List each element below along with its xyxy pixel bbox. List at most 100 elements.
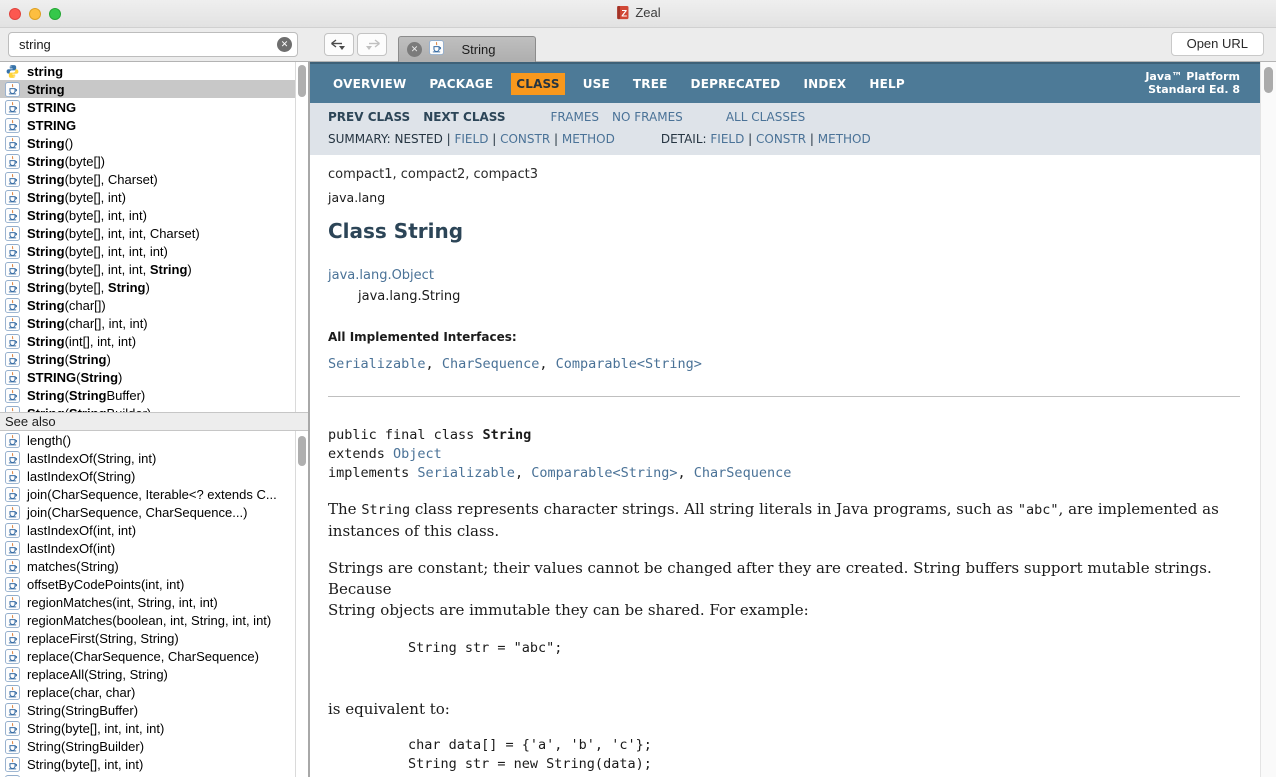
see-also-item[interactable]: join(CharSequence, CharSequence...) (0, 503, 295, 521)
doc-link[interactable]: Serializable (328, 356, 426, 372)
see-also-item[interactable]: String(StringBuilder) (0, 737, 295, 755)
search-result-item[interactable]: String(byte[], int, int, String) (0, 260, 295, 278)
see-also-item[interactable] (0, 773, 295, 777)
superclass-link[interactable]: java.lang.Object (328, 268, 1240, 283)
see-also-item[interactable]: String(StringBuffer) (0, 701, 295, 719)
result-label: String(char[]) (27, 298, 106, 313)
search-result-item[interactable]: String(byte[], String) (0, 278, 295, 296)
result-label: String(byte[], Charset) (27, 172, 158, 187)
results-scrollbar-track[interactable] (295, 62, 308, 412)
text-segment: () (65, 136, 74, 151)
doc-link[interactable]: CONSTR (756, 132, 806, 146)
search-result-item[interactable]: String(byte[], int, int, Charset) (0, 224, 295, 242)
subnav-no-frames[interactable]: NO FRAMES (612, 110, 683, 124)
result-label: String(String) (27, 352, 111, 367)
search-result-item[interactable]: String(char[]) (0, 296, 295, 314)
search-result-item[interactable]: String(byte[], Charset) (0, 170, 295, 188)
search-result-item[interactable]: STRING (0, 116, 295, 134)
zoom-window-button[interactable] (49, 8, 61, 20)
search-result-item[interactable]: String(String) (0, 350, 295, 368)
see-also-scrollbar-track[interactable] (295, 431, 308, 777)
back-button[interactable] (324, 33, 354, 56)
topnav-item-class[interactable]: CLASS (511, 73, 565, 95)
java-icon (5, 244, 20, 259)
close-window-button[interactable] (9, 8, 21, 20)
doc-link[interactable]: CharSequence (442, 356, 540, 372)
text-segment: public final class (328, 427, 482, 443)
see-also-item[interactable]: join(CharSequence, Iterable<? extends C.… (0, 485, 295, 503)
see-also-item[interactable]: length() (0, 431, 295, 449)
see-also-label-text: String(byte[], int, int, int) (27, 721, 164, 736)
see-also-item[interactable]: regionMatches(boolean, int, String, int,… (0, 611, 295, 629)
search-result-item[interactable]: String(char[], int, int) (0, 314, 295, 332)
search-box[interactable]: ✕ (8, 32, 298, 57)
topnav-item-deprecated[interactable]: DEPRECATED (686, 73, 786, 95)
see-also-item[interactable]: replace(char, char) (0, 683, 295, 701)
see-also-item[interactable]: offsetByCodePoints(int, int) (0, 575, 295, 593)
minimize-window-button[interactable] (29, 8, 41, 20)
see-also-item[interactable]: regionMatches(int, String, int, int) (0, 593, 295, 611)
see-also-item[interactable]: String(byte[], int, int, int) (0, 719, 295, 737)
doc-scrollbar-thumb[interactable] (1264, 67, 1273, 93)
doc-link[interactable]: METHOD (562, 132, 615, 146)
search-result-item[interactable]: STRING(String) (0, 368, 295, 386)
see-also-item[interactable]: matches(String) (0, 557, 295, 575)
search-result-item[interactable]: String(byte[], int) (0, 188, 295, 206)
search-result-item[interactable]: STRING (0, 98, 295, 116)
subnav-frames[interactable]: FRAMES (551, 110, 600, 124)
subnav-all-classes[interactable]: ALL CLASSES (726, 110, 805, 124)
tab-string[interactable]: ✕ String (398, 36, 536, 62)
search-result-item[interactable]: String() (0, 134, 295, 152)
inheritance-tree: java.lang.Object java.lang.String (328, 268, 1240, 304)
subnav-next-class[interactable]: NEXT CLASS (423, 110, 505, 124)
doc-link[interactable]: CONSTR (500, 132, 550, 146)
close-tab-icon[interactable]: ✕ (407, 42, 422, 57)
open-url-button[interactable]: Open URL (1171, 32, 1264, 56)
see-also-item[interactable]: replaceFirst(String, String) (0, 629, 295, 647)
see-also-item[interactable]: replace(CharSequence, CharSequence) (0, 647, 295, 665)
search-result-item[interactable]: String(StringBuffer) (0, 386, 295, 404)
search-result-item[interactable]: String(StringBuilder) (0, 404, 295, 412)
description-paragraph-2: Strings are constant; their values canno… (328, 558, 1240, 621)
search-result-item[interactable]: String(byte[], int, int) (0, 206, 295, 224)
doc-link[interactable]: Comparable<String> (531, 465, 677, 481)
topnav-item-use[interactable]: USE (578, 73, 615, 95)
doc-scrollbar-track[interactable] (1260, 62, 1276, 777)
see-also-item[interactable]: String(byte[], int, int) (0, 755, 295, 773)
see-also-item[interactable]: lastIndexOf(String) (0, 467, 295, 485)
search-result-item[interactable]: string (0, 62, 295, 80)
see-also-scrollbar-thumb[interactable] (298, 436, 306, 466)
topnav-item-help[interactable]: HELP (864, 73, 909, 95)
doc-link[interactable]: METHOD (818, 132, 871, 146)
java-icon (5, 451, 20, 466)
doc-link[interactable]: FIELD (454, 132, 488, 146)
search-result-item[interactable]: String (0, 80, 295, 98)
see-also-item[interactable]: lastIndexOf(int, int) (0, 521, 295, 539)
topnav-item-index[interactable]: INDEX (798, 73, 851, 95)
doc-link[interactable]: Comparable<String> (556, 356, 702, 372)
topnav-item-tree[interactable]: TREE (628, 73, 673, 95)
doc-link[interactable]: CharSequence (694, 465, 792, 481)
package-name: java.lang (328, 190, 1240, 205)
search-result-item[interactable]: String(byte[], int, int, int) (0, 242, 295, 260)
search-result-item[interactable]: String(byte[]) (0, 152, 295, 170)
text-segment: String (27, 82, 65, 97)
search-result-item[interactable]: String(int[], int, int) (0, 332, 295, 350)
doc-link[interactable]: FIELD (710, 132, 744, 146)
text-segment: (byte[], int, int, Charset) (65, 226, 200, 241)
forward-button[interactable] (357, 33, 387, 56)
see-also-item[interactable]: replaceAll(String, String) (0, 665, 295, 683)
doc-link[interactable]: Serializable (417, 465, 515, 481)
search-input[interactable] (17, 34, 267, 55)
see-also-item[interactable]: lastIndexOf(String, int) (0, 449, 295, 467)
topnav-item-package[interactable]: PACKAGE (424, 73, 498, 95)
text-segment: (byte[], int, int, int) (65, 244, 168, 259)
topnav-item-overview[interactable]: OVERVIEW (328, 73, 411, 95)
subnav-prev-class[interactable]: PREV CLASS (328, 110, 410, 124)
clear-search-icon[interactable]: ✕ (277, 37, 292, 52)
doc-link[interactable]: Object (393, 446, 442, 462)
see-also-item[interactable]: lastIndexOf(int) (0, 539, 295, 557)
results-scrollbar-thumb[interactable] (298, 65, 306, 97)
see-also-label-text: lastIndexOf(String) (27, 469, 135, 484)
java-icon (5, 226, 20, 241)
